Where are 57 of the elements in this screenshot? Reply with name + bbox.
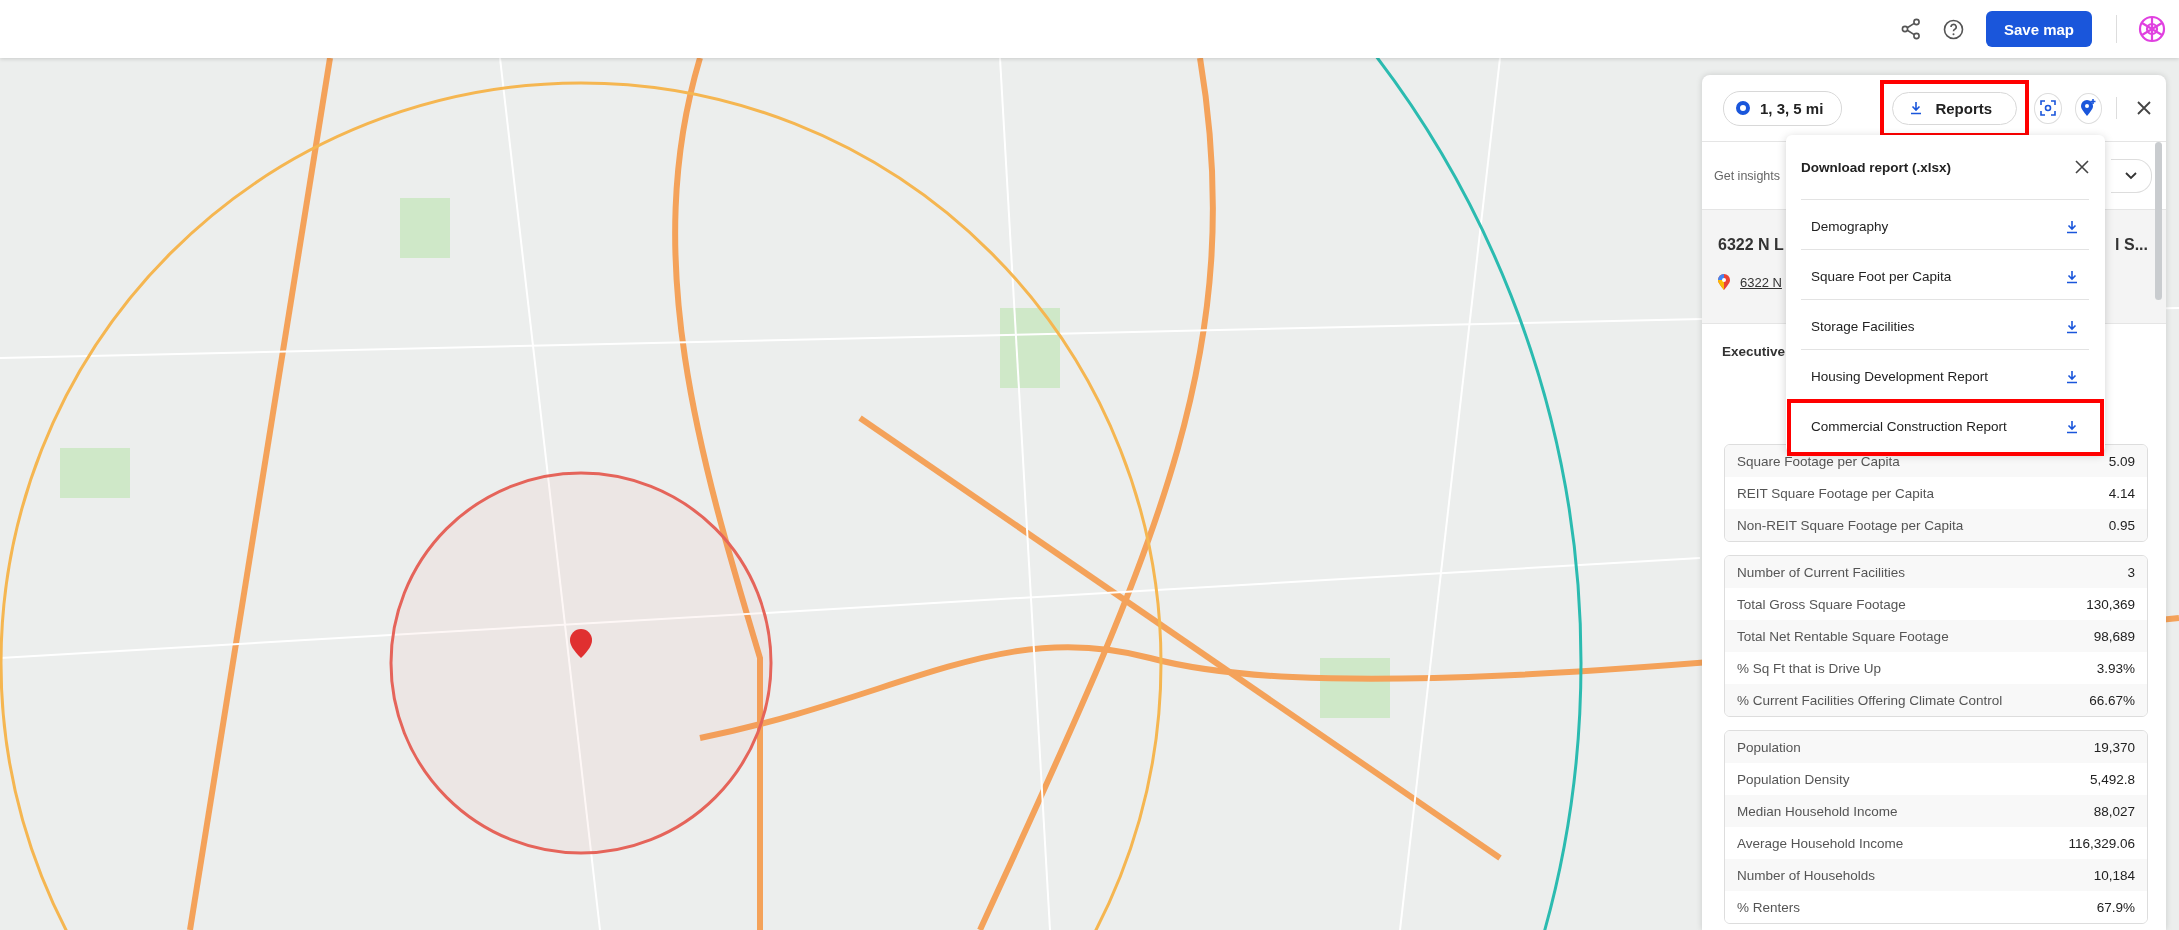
stat-label: Population — [1737, 739, 1801, 755]
stat-value: 3 — [2127, 564, 2135, 580]
chevron-down-icon — [2125, 171, 2137, 180]
scan-icon — [2039, 100, 2056, 116]
stat-value: 98,689 — [2093, 628, 2135, 644]
add-pin-icon — [2080, 99, 2097, 117]
stat-label: Median Household Income — [1737, 803, 1898, 819]
stat-label: Number of Households — [1737, 867, 1876, 883]
download-icon — [1909, 101, 1924, 115]
download-icon — [2065, 269, 2079, 284]
close-button[interactable] — [2075, 160, 2089, 174]
location-title: l S... — [2115, 236, 2148, 254]
share-icon[interactable] — [1900, 18, 1921, 40]
stat-value: 4.14 — [2108, 485, 2135, 501]
add-pin-button[interactable] — [2074, 92, 2103, 124]
stat-value: 10,184 — [2093, 867, 2135, 883]
radius-chip[interactable]: 1, 3, 5 mi — [1723, 90, 1843, 126]
download-icon — [2065, 419, 2079, 434]
stat-value: 67.9% — [2096, 899, 2135, 915]
reports-button[interactable]: Reports — [1892, 91, 2018, 125]
stat-value: 5.09 — [2108, 453, 2135, 469]
logo-icon[interactable] — [2137, 14, 2167, 44]
stat-value: 0.95 — [2108, 517, 2135, 533]
stat-label: Total Gross Square Footage — [1737, 596, 1906, 612]
map-pin-icon — [1718, 274, 1730, 291]
stat-label: Population Density — [1737, 771, 1850, 787]
menu-title: Download report (.xlsx) — [1801, 159, 1952, 175]
stat-value: 19,370 — [2093, 739, 2135, 755]
stat-label: Non-REIT Square Footage per Capita — [1737, 517, 1964, 533]
dropdown-toggle[interactable] — [2111, 158, 2152, 193]
stat-label: % Sq Ft that is Drive Up — [1737, 660, 1882, 676]
scan-button[interactable] — [2034, 92, 2062, 124]
stat-value: 3.93% — [2096, 660, 2135, 676]
download-icon — [2065, 319, 2079, 334]
location-title: 6322 N L — [1718, 236, 1784, 254]
download-icon — [2065, 219, 2079, 234]
stat-value: 66.67% — [2089, 692, 2135, 708]
stat-value: 88,027 — [2093, 803, 2135, 819]
stat-value: 5,492.8 — [2089, 771, 2135, 787]
section-title: Executive — [1722, 344, 1786, 359]
stat-label: Total Net Rentable Square Footage — [1737, 628, 1949, 644]
close-button[interactable] — [2136, 100, 2152, 116]
stat-label: Number of Current Facilities — [1737, 564, 1906, 580]
address-link[interactable]: 6322 N — [1740, 275, 1782, 290]
stat-label: Square Footage per Capita — [1737, 453, 1900, 469]
stat-label: Average Household Income — [1737, 835, 1904, 851]
stat-label: REIT Square Footage per Capita — [1737, 485, 1935, 501]
stat-value: 116,329.06 — [2068, 835, 2135, 851]
download-icon — [2065, 369, 2079, 384]
scrollbar[interactable] — [2155, 142, 2162, 300]
stat-value: 130,369 — [2086, 596, 2135, 612]
insights-label: Get insights — [1714, 168, 1780, 183]
stat-label: % Current Facilities Offering Climate Control — [1737, 692, 2003, 708]
help-icon[interactable] — [1942, 18, 1964, 40]
save-map-button[interactable]: Save map — [1985, 11, 2092, 47]
stat-label: % Renters — [1737, 899, 1801, 915]
radio-icon — [1736, 101, 1750, 115]
